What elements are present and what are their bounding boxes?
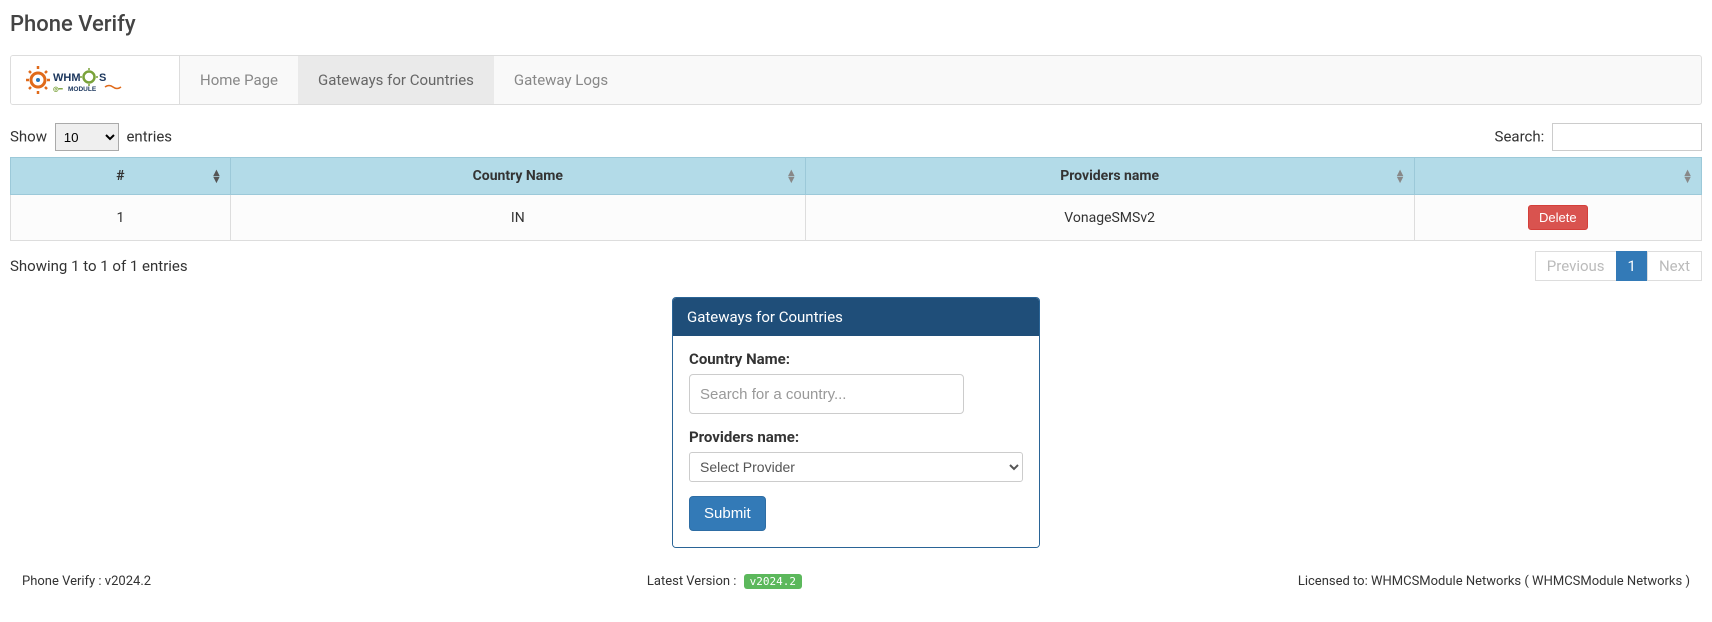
info-text: Showing 1 to 1 of 1 entries (10, 257, 188, 275)
prev-button[interactable]: Previous (1535, 251, 1617, 281)
brand-logo: WHM S ◎━ MODULE (11, 56, 180, 104)
pagination: Previous 1 Next (1536, 251, 1702, 281)
entries-select[interactable]: 10 (55, 123, 119, 151)
search-box: Search: (1495, 123, 1702, 151)
footer-right: Licensed to: WHMCSModule Networks ( WHMC… (1298, 574, 1690, 589)
show-label-pre: Show (10, 128, 47, 146)
col-provider[interactable]: Providers name ▲▼ (805, 158, 1414, 195)
col-index[interactable]: # ▲▼ (11, 158, 231, 195)
show-label-post: entries (126, 128, 172, 146)
page-1-button[interactable]: 1 (1616, 251, 1648, 281)
search-label: Search: (1495, 128, 1545, 146)
gateways-table: # ▲▼ Country Name ▲▼ Providers name ▲▼ ▲… (10, 157, 1702, 241)
country-name-input[interactable] (689, 374, 964, 414)
tab-home[interactable]: Home Page (180, 56, 298, 104)
sort-icon: ▲▼ (1682, 169, 1693, 183)
col-actions[interactable]: ▲▼ (1414, 158, 1701, 195)
cell-provider: VonageSMSv2 (805, 195, 1414, 241)
country-name-label: Country Name: (689, 350, 1023, 368)
svg-text:S: S (99, 72, 106, 84)
version-badge: v2024.2 (744, 574, 802, 589)
delete-button[interactable]: Delete (1528, 205, 1588, 230)
col-index-label: # (116, 168, 124, 184)
page-title: Phone Verify (10, 12, 1702, 37)
table-row: 1 IN VonageSMSv2 Delete (11, 195, 1702, 241)
sort-icon: ▲▼ (1395, 169, 1406, 183)
sort-icon: ▲▼ (786, 169, 797, 183)
tab-gateway-logs[interactable]: Gateway Logs (494, 56, 628, 104)
table-footer: Showing 1 to 1 of 1 entries Previous 1 N… (10, 251, 1702, 281)
providers-name-label: Providers name: (689, 428, 1023, 446)
latest-version-label: Latest Version : (647, 574, 740, 589)
svg-text:◎━: ◎━ (53, 86, 64, 93)
cell-index: 1 (11, 195, 231, 241)
cell-country: IN (230, 195, 805, 241)
gateways-form-panel: Gateways for Countries Country Name: Pro… (672, 297, 1040, 548)
submit-button[interactable]: Submit (689, 496, 766, 531)
col-country[interactable]: Country Name ▲▼ (230, 158, 805, 195)
search-input[interactable] (1552, 123, 1702, 151)
providers-select[interactable]: Select Provider (689, 452, 1023, 482)
nav-tabs: WHM S ◎━ MODULE Home Page Gateways for C… (10, 55, 1702, 105)
cell-actions: Delete (1414, 195, 1701, 241)
footer-center: Latest Version : v2024.2 (647, 574, 802, 589)
sort-asc-icon: ▲▼ (211, 169, 222, 183)
footer: Phone Verify : v2024.2 Latest Version : … (10, 574, 1702, 589)
whmcs-module-logo-icon: WHM S ◎━ MODULE (25, 65, 165, 95)
col-country-label: Country Name (473, 168, 563, 184)
next-button[interactable]: Next (1647, 251, 1702, 281)
svg-text:MODULE: MODULE (68, 86, 97, 93)
show-entries: Show 10 entries (10, 123, 172, 151)
panel-title: Gateways for Countries (673, 298, 1039, 336)
col-provider-label: Providers name (1060, 168, 1159, 184)
table-controls: Show 10 entries Search: (10, 123, 1702, 151)
footer-left: Phone Verify : v2024.2 (22, 574, 151, 589)
tab-gateways-for-countries[interactable]: Gateways for Countries (298, 56, 494, 104)
svg-text:WHM: WHM (53, 72, 81, 84)
panel-body: Country Name: Providers name: Select Pro… (673, 336, 1039, 547)
